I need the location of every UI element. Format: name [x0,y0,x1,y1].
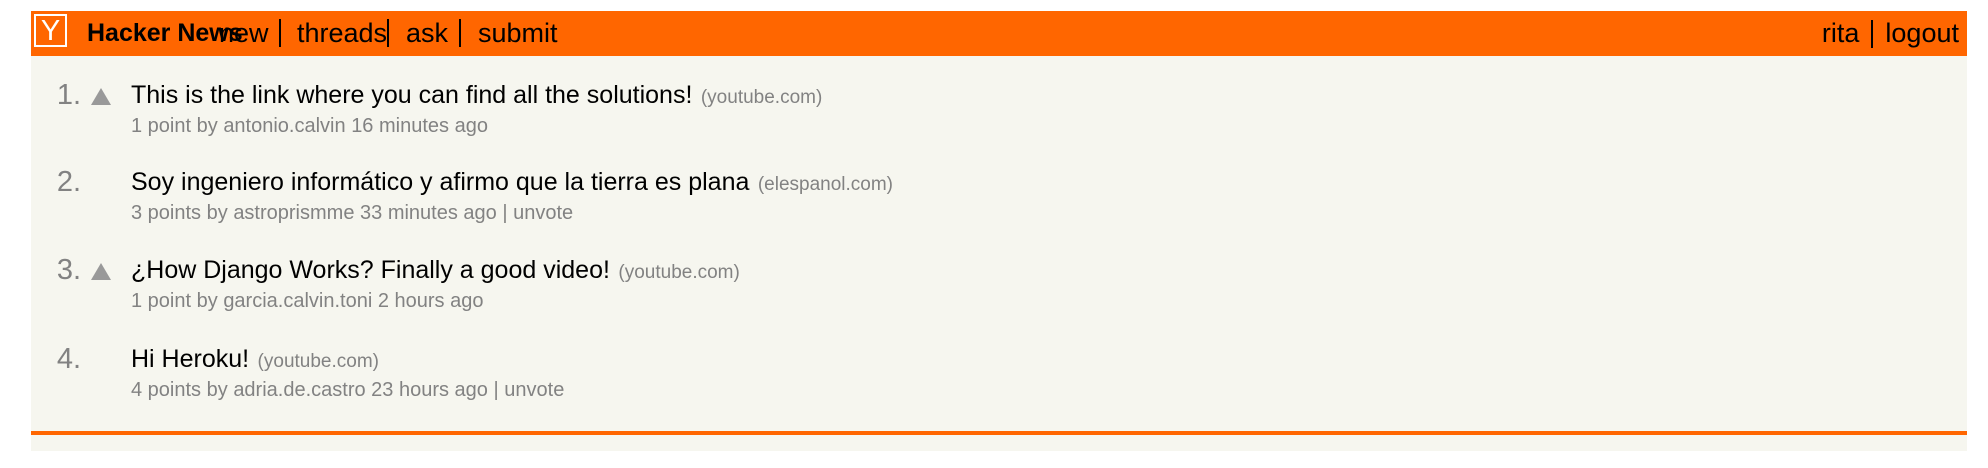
nav-separator [459,19,461,47]
story-row: 4. Hi Heroku! (youtube.com) 4 points by … [31,342,1967,428]
story-points: 1 point [131,115,192,137]
upvote-arrow-icon[interactable] [91,263,111,280]
story-site-link[interactable]: (youtube.com) [258,351,379,372]
story-rank: 2. [56,166,81,198]
story-site-link[interactable]: (youtube.com) [701,87,822,108]
story-subtext: 3 points by astroprismme 33 minutes ago … [131,200,573,226]
story-rank: 1. [56,79,81,111]
story-subtext: 1 point by garcia.calvin.toni 2 hours ag… [131,288,483,314]
story-site-link[interactable]: (elespanol.com) [758,174,893,195]
unvote-link[interactable]: unvote [513,202,573,224]
story-row: 2. Soy ingeniero informático y afirmo qu… [31,165,1967,251]
story-age-link[interactable]: 2 hours ago [378,290,484,312]
by-label: by [206,202,228,224]
top-bar: Y Hacker News new threads ask submit rit… [31,11,1967,56]
nav-separator [387,19,389,47]
story-site-link[interactable]: (youtube.com) [618,262,739,283]
story-rank: 4. [56,343,81,375]
story-points: 3 points [131,202,202,224]
by-label: by [196,115,218,137]
nav-separator [1871,19,1874,48]
story-title-link[interactable]: This is the link where you can find all … [131,81,692,109]
page-container: Y Hacker News new threads ask submit rit… [31,11,1967,451]
story-rank: 3. [56,254,81,286]
nav-separator [279,19,281,47]
story-title-line: ¿How Django Works? Finally a good video!… [131,253,740,291]
story-age-link[interactable]: 23 hours ago [371,379,488,401]
story-author-link[interactable]: astroprismme [233,202,354,224]
nav-new-link[interactable]: new [219,11,269,56]
story-author-link[interactable]: adria.de.castro [233,379,365,401]
story-title-line: This is the link where you can find all … [131,78,822,116]
story-subtext: 1 point by antonio.calvin 16 minutes ago [131,113,488,139]
story-title-link[interactable]: Soy ingeniero informático y afirmo que l… [131,168,749,196]
upvote-arrow-icon[interactable] [91,88,111,105]
story-title-link[interactable]: Hi Heroku! [131,345,249,373]
logout-link[interactable]: logout [1885,11,1959,56]
subtext-separator: | [493,379,499,401]
story-subtext: 4 points by adria.de.castro 23 hours ago… [131,377,564,403]
y-logo-icon[interactable]: Y [34,14,67,47]
story-age-link[interactable]: 33 minutes ago [360,202,497,224]
story-row: 3. ¿How Django Works? Finally a good vid… [31,253,1967,339]
by-label: by [206,379,228,401]
nav-threads-link[interactable]: threads [297,11,387,56]
nav-ask-link[interactable]: ask [406,11,448,56]
user-nav: rita logout [1822,11,1959,56]
story-title-line: Soy ingeniero informático y afirmo que l… [131,165,893,203]
by-label: by [196,290,218,312]
story-row: 1. This is the link where you can find a… [31,78,1967,164]
story-age-link[interactable]: 16 minutes ago [351,115,488,137]
story-title-line: Hi Heroku! (youtube.com) [131,342,379,380]
subtext-separator: | [502,202,508,224]
story-author-link[interactable]: garcia.calvin.toni [223,290,372,312]
footer-divider [31,431,1967,435]
story-author-link[interactable]: antonio.calvin [223,115,345,137]
nav-submit-link[interactable]: submit [478,11,558,56]
story-points: 4 points [131,379,202,401]
story-title-link[interactable]: ¿How Django Works? Finally a good video! [131,256,610,284]
story-points: 1 point [131,290,192,312]
unvote-link[interactable]: unvote [504,379,564,401]
user-profile-link[interactable]: rita [1822,11,1860,56]
